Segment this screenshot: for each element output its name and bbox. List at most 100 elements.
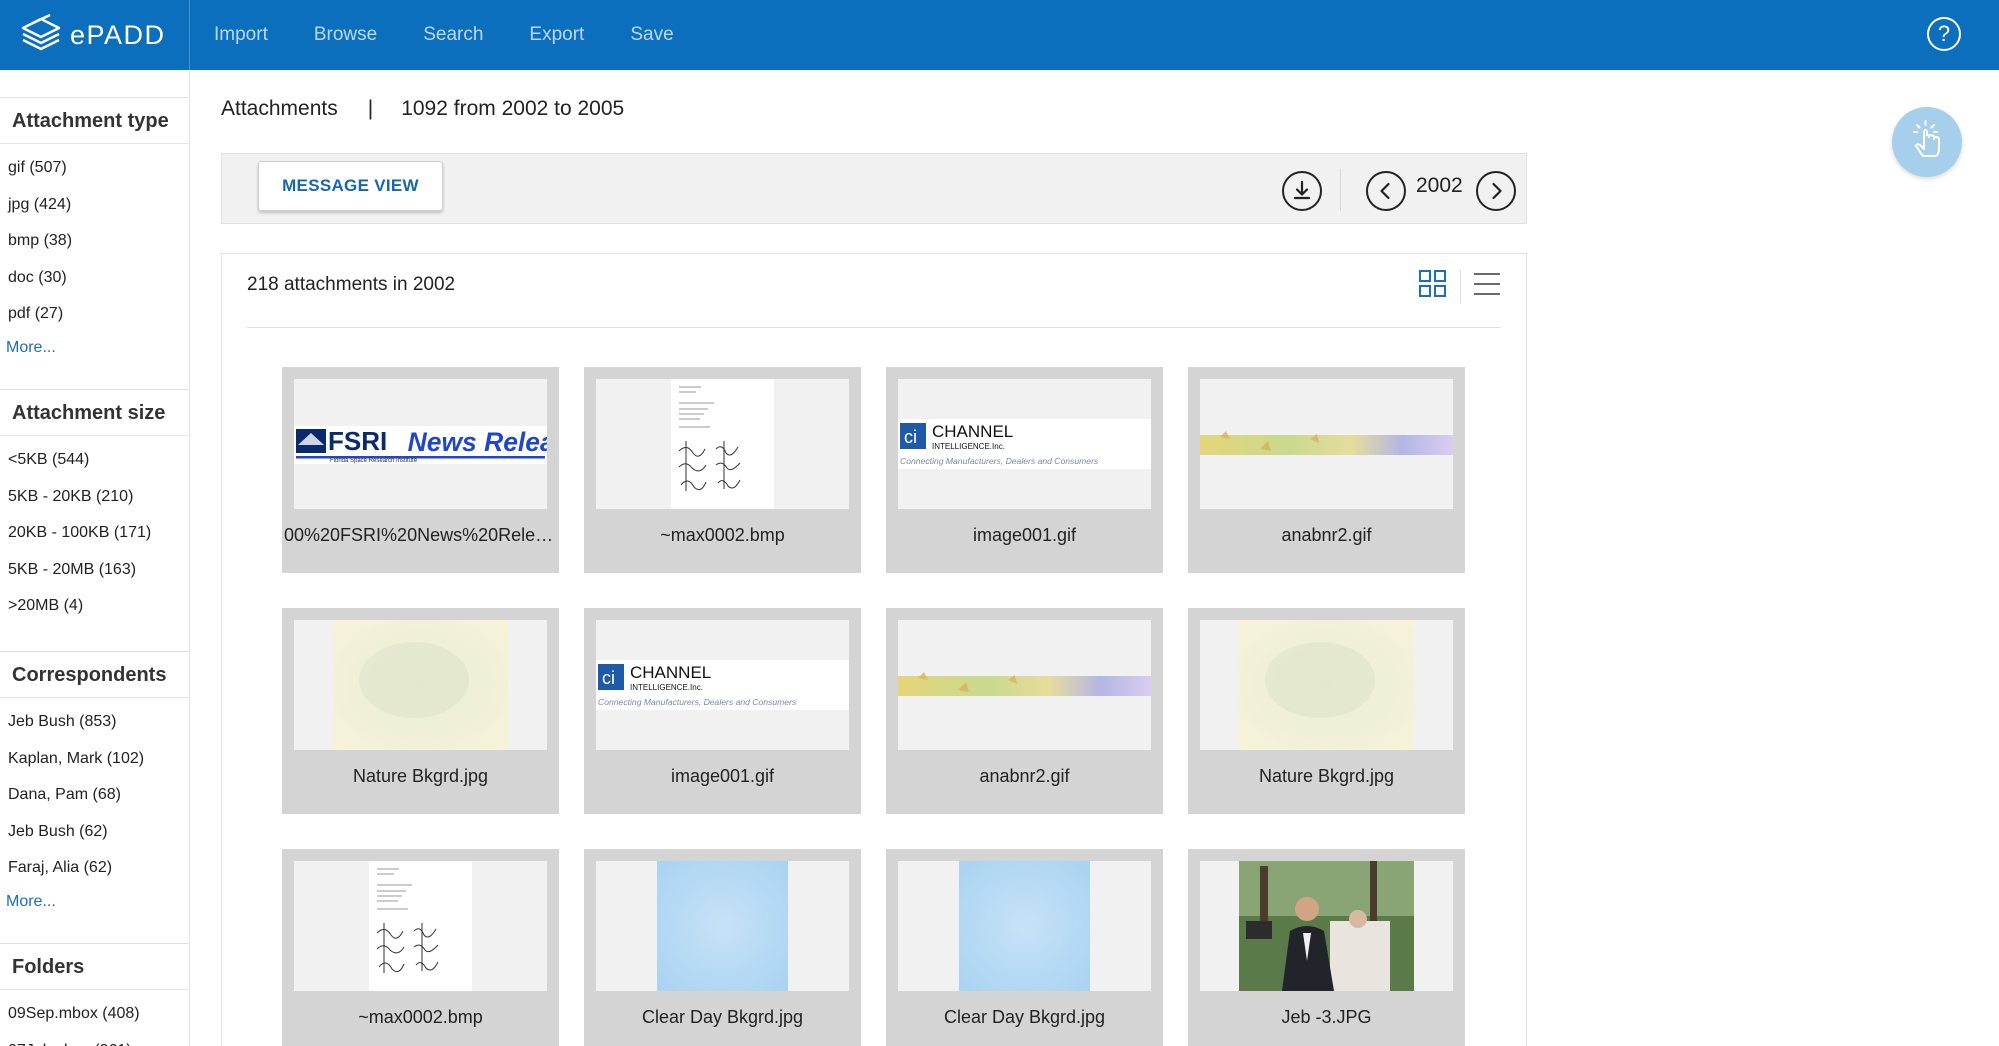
facet-title: Attachment size (0, 390, 189, 436)
svg-text:CHANNEL: CHANNEL (630, 663, 711, 682)
attachment-card[interactable]: Jeb -3.JPG (1188, 849, 1465, 1046)
svg-text:Connecting Manufacturers, Deal: Connecting Manufacturers, Dealers and Co… (900, 456, 1099, 466)
top-navbar: ePADD Import Browse Search Export Save ? (0, 0, 1999, 70)
facet-item[interactable]: 07Jul.mbox (361) (0, 1033, 189, 1046)
facet-title: Correspondents (0, 652, 189, 698)
attachments-panel: 218 attachments in 2002 FSRI News Rele F… (221, 253, 1527, 1046)
nav-export[interactable]: Export (529, 24, 584, 46)
facet-item[interactable]: bmp (38) (0, 223, 189, 260)
event-photo-image (1200, 861, 1453, 991)
facet-correspondents: Correspondents Jeb Bush (853) Kaplan, Ma… (0, 650, 189, 917)
help-icon[interactable]: ? (1927, 17, 1961, 51)
clear-day-background-image (898, 861, 1151, 991)
page-title: Attachments | 1092 from 2002 to 2005 (221, 97, 624, 121)
nature-background-image (294, 620, 547, 750)
facet-folders: Folders 09Sep.mbox (408) 07Jul.mbox (361… (0, 942, 189, 1046)
attachment-name: Nature Bkgrd.jpg (352, 766, 489, 786)
attachment-thumbnail (1200, 620, 1453, 750)
svg-text:Connecting Manufacturers, Deal: Connecting Manufacturers, Dealers and Co… (598, 697, 797, 707)
tutorial-touch-button[interactable] (1892, 107, 1962, 177)
list-view-icon[interactable] (1473, 269, 1501, 304)
attachment-card[interactable]: Nature Bkgrd.jpg (1188, 608, 1465, 814)
scanned-letter-image (596, 379, 849, 509)
attachment-name: anabnr2.gif (979, 766, 1070, 786)
facet-title: Attachment type (0, 98, 189, 144)
facet-attachment-size: Attachment size <5KB (544) 5KB - 20KB (2… (0, 388, 189, 625)
previous-year-icon[interactable] (1366, 171, 1406, 211)
decorative-banner-image (898, 620, 1151, 750)
attachment-card[interactable]: Clear Day Bkgrd.jpg (584, 849, 861, 1046)
svg-text:ci: ci (602, 668, 615, 688)
view-toggle-divider (1460, 269, 1461, 304)
attachment-thumbnail: FSRI News Release Florida Space Research… (294, 379, 547, 509)
attachment-name: Clear Day Bkgrd.jpg (641, 1007, 804, 1027)
attachment-thumbnail: ci CHANNEL INTELLIGENCE.Inc. Connecting … (898, 379, 1151, 509)
panel-title: 218 attachments in 2002 (247, 274, 456, 295)
facet-item[interactable]: Faraj, Alia (62) (0, 850, 189, 887)
nav-import[interactable]: Import (214, 24, 268, 46)
nav-save[interactable]: Save (630, 24, 673, 46)
nav-browse[interactable]: Browse (314, 24, 377, 46)
download-icon[interactable] (1282, 171, 1322, 211)
attachment-thumbnail (596, 861, 849, 991)
facet-item[interactable]: pdf (27) (0, 296, 189, 333)
year-label: 2002 (1416, 174, 1463, 197)
scanned-letter-image (294, 861, 547, 991)
facet-item[interactable]: 5KB - 20MB (163) (0, 552, 189, 589)
facet-item[interactable]: Kaplan, Mark (102) (0, 741, 189, 778)
attachment-card[interactable]: ci CHANNEL INTELLIGENCE.Inc. Connecting … (584, 608, 861, 814)
attachments-toolbar: MESSAGE VIEW 2002 (221, 153, 1527, 224)
app-logo[interactable]: ePADD (0, 0, 190, 70)
svg-text:FSRI: FSRI (328, 426, 387, 456)
nature-background-image (1200, 620, 1453, 750)
attachment-name: image001.gif (670, 766, 775, 786)
page-summary: 1092 from 2002 to 2005 (401, 97, 625, 120)
svg-text:News Release: News Release (408, 427, 547, 457)
attachment-card[interactable]: FSRI News Release Florida Space Research… (282, 367, 559, 573)
attachment-name: Jeb -3.JPG (1281, 1007, 1372, 1027)
svg-text:CHANNEL: CHANNEL (932, 422, 1013, 441)
facet-item[interactable]: Dana, Pam (68) (0, 777, 189, 814)
title-separator: | (367, 97, 374, 120)
facet-sidebar: Attachment type gif (507) jpg (424) bmp … (0, 70, 190, 1046)
facet-item[interactable]: <5KB (544) (0, 442, 189, 479)
attachment-card[interactable]: Clear Day Bkgrd.jpg (886, 849, 1163, 1046)
grid-view-icon[interactable] (1418, 269, 1448, 304)
svg-text:Florida Space Research Institu: Florida Space Research Institute (330, 458, 418, 464)
attachment-name: 00%20FSRI%20News%20Release.jpg (284, 525, 559, 545)
logo-text: ePADD (70, 19, 166, 50)
message-view-button[interactable]: MESSAGE VIEW (258, 161, 443, 211)
facet-item[interactable]: Jeb Bush (853) (0, 704, 189, 741)
attachment-name: Nature Bkgrd.jpg (1258, 766, 1395, 786)
attachment-card[interactable]: Nature Bkgrd.jpg (282, 608, 559, 814)
attachment-thumbnail: ci CHANNEL INTELLIGENCE.Inc. Connecting … (596, 620, 849, 750)
next-year-icon[interactable] (1476, 171, 1516, 211)
main-nav: Import Browse Search Export Save (214, 0, 674, 70)
channel-intelligence-logo: ci CHANNEL INTELLIGENCE.Inc. Connecting … (596, 620, 849, 750)
facet-item[interactable]: jpg (424) (0, 187, 189, 224)
attachment-name: image001.gif (972, 525, 1077, 545)
facet-item[interactable]: 20KB - 100KB (171) (0, 515, 189, 552)
attachment-card[interactable]: ~max0002.bmp (584, 367, 861, 573)
attachment-card[interactable]: anabnr2.gif (1188, 367, 1465, 573)
attachment-name: anabnr2.gif (1281, 525, 1372, 545)
facet-item[interactable]: gif (507) (0, 150, 189, 187)
more-link[interactable]: More... (0, 887, 189, 917)
attachment-name: ~max0002.bmp (358, 1007, 483, 1027)
nav-search[interactable]: Search (423, 24, 483, 46)
panel-divider (247, 327, 1501, 328)
more-link[interactable]: More... (0, 333, 189, 363)
decorative-banner-image (1200, 379, 1453, 509)
facet-item[interactable]: doc (30) (0, 260, 189, 297)
logo-icon (20, 13, 62, 58)
facet-item[interactable]: 5KB - 20KB (210) (0, 479, 189, 516)
facet-item[interactable]: 09Sep.mbox (408) (0, 996, 189, 1033)
attachment-card[interactable]: ~max0002.bmp (282, 849, 559, 1046)
attachment-name: Clear Day Bkgrd.jpg (943, 1007, 1106, 1027)
attachment-card[interactable]: ci CHANNEL INTELLIGENCE.Inc. Connecting … (886, 367, 1163, 573)
attachment-thumbnail (898, 620, 1151, 750)
facet-item[interactable]: >20MB (4) (0, 588, 189, 625)
attachment-card[interactable]: anabnr2.gif (886, 608, 1163, 814)
facet-item[interactable]: Jeb Bush (62) (0, 814, 189, 851)
svg-text:INTELLIGENCE.Inc.: INTELLIGENCE.Inc. (932, 442, 1005, 451)
